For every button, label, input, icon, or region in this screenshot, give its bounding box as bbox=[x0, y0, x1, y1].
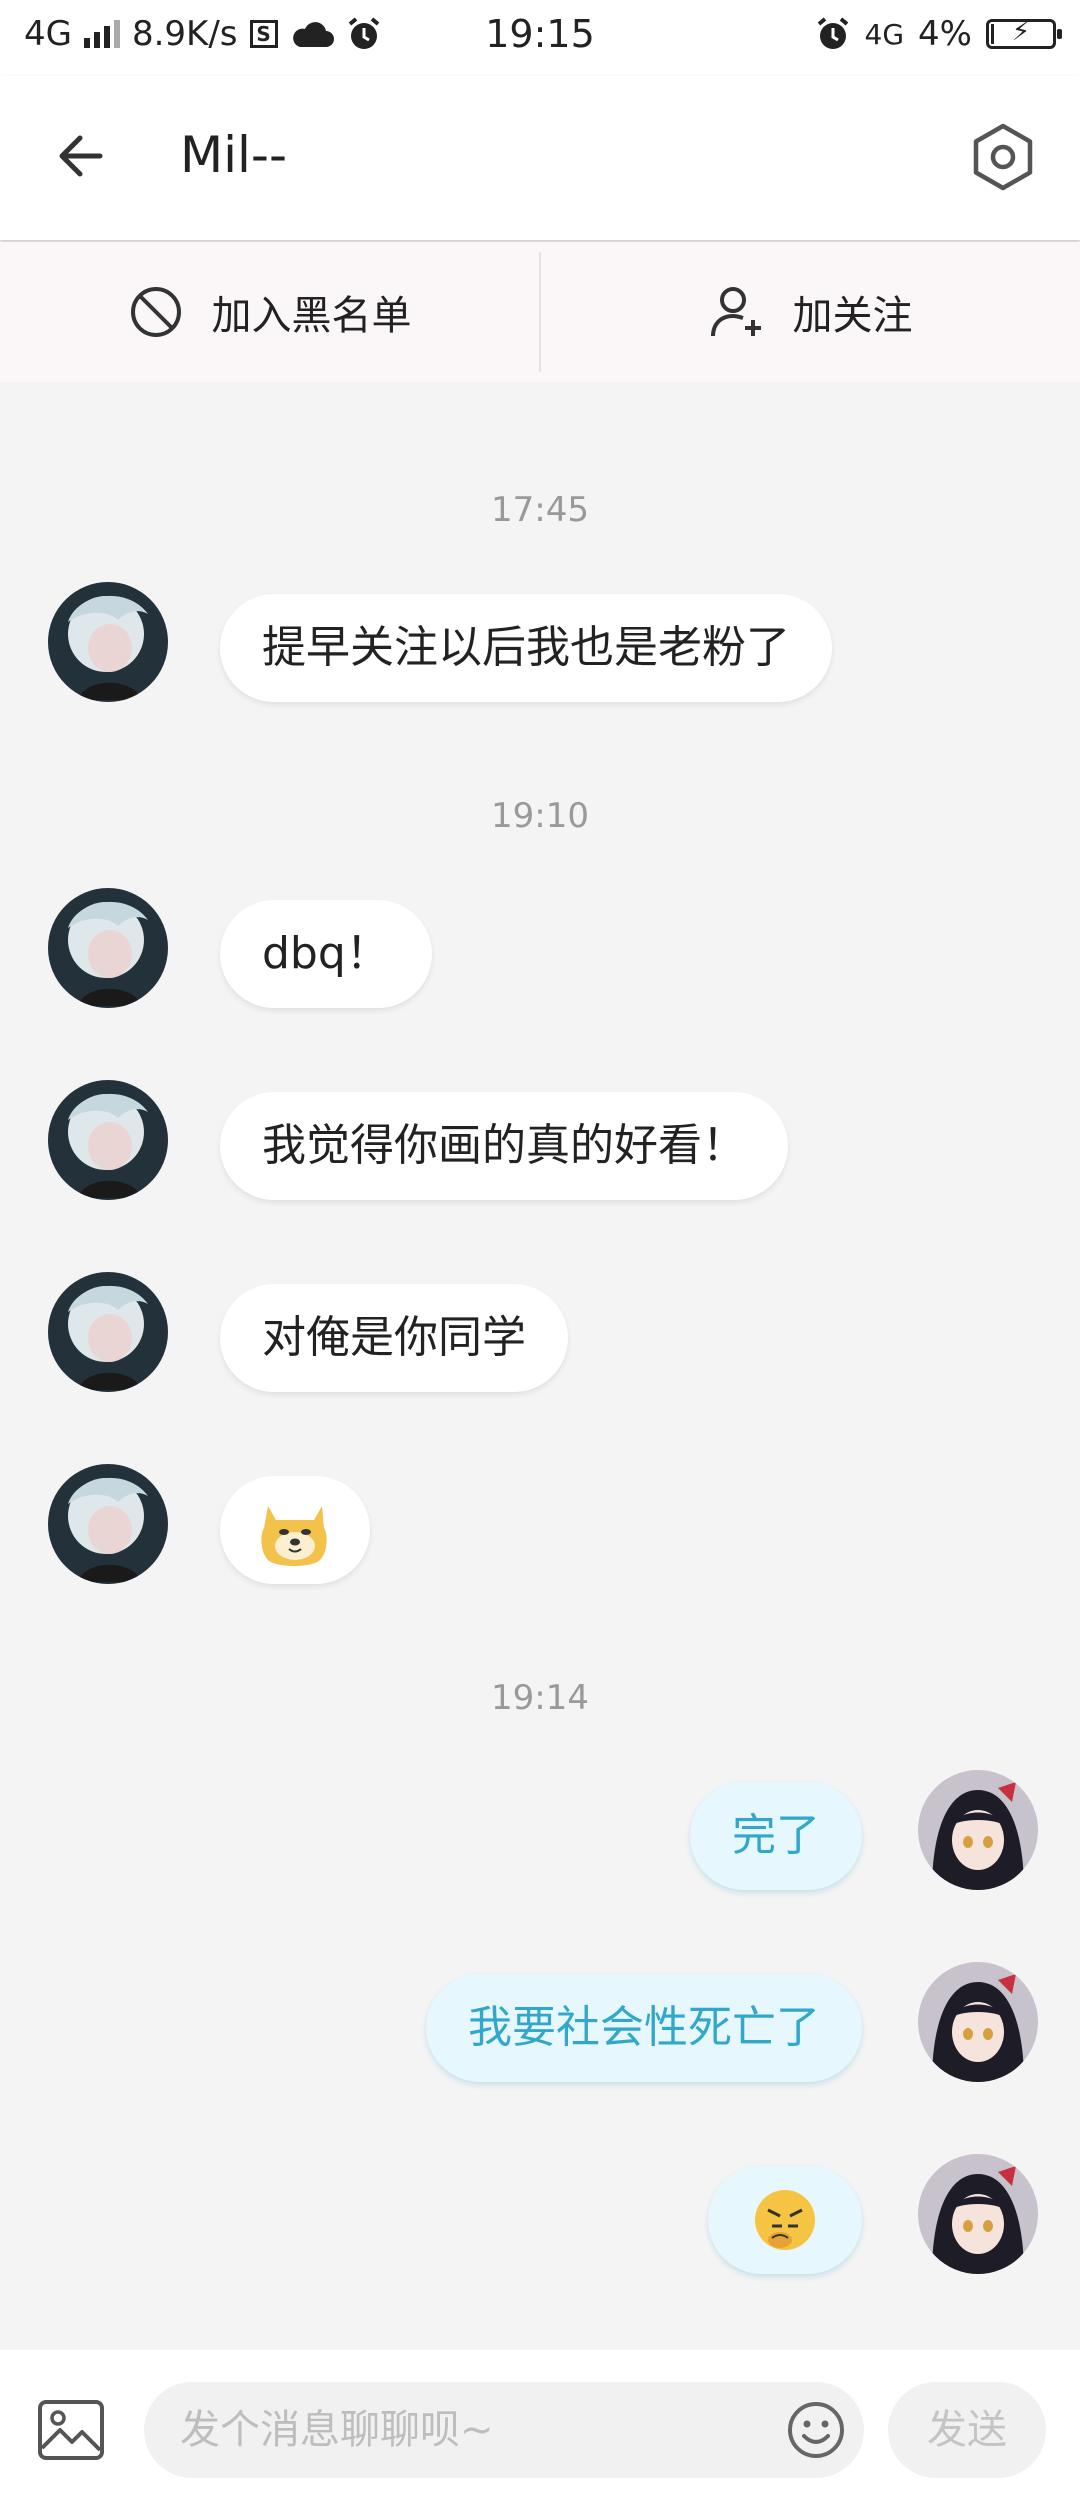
message-bubble[interactable]: 我觉得你画的真的好看！ bbox=[220, 1092, 788, 1200]
message-bubble[interactable]: 提早关注以后我也是老粉了 bbox=[220, 594, 832, 702]
message-timestamp: 17:45 bbox=[491, 490, 589, 530]
alarm-icon bbox=[817, 17, 848, 49]
message-bubble[interactable] bbox=[220, 1476, 370, 1584]
angry-face-emoji-icon bbox=[755, 2190, 815, 2250]
send-button[interactable]: 发送 bbox=[888, 2382, 1046, 2478]
user-actions-bar: 加入黑名单 加关注 bbox=[0, 242, 1080, 382]
message-row-incoming bbox=[0, 1464, 1080, 1584]
avatar[interactable] bbox=[918, 2154, 1038, 2274]
page-title: Mil-- bbox=[180, 126, 288, 184]
image-icon bbox=[38, 2400, 104, 2460]
back-button[interactable] bbox=[44, 116, 124, 196]
settings-button[interactable] bbox=[960, 114, 1046, 200]
message-input[interactable] bbox=[144, 2382, 864, 2478]
image-button[interactable] bbox=[36, 2398, 106, 2462]
chat-messages[interactable]: 17:45 提早关注以后我也是老粉了 19:10 dbq！ 我觉得你画的真的好看… bbox=[0, 382, 1080, 2350]
message-input-bar: 发送 bbox=[0, 2350, 1080, 2504]
message-timestamp: 19:14 bbox=[491, 1678, 589, 1718]
message-row-outgoing: 完了 bbox=[0, 1770, 1080, 1890]
status-bar: 4G 8.9K/s S 19:15 4G 4% ⚡ bbox=[0, 0, 1080, 76]
message-bubble[interactable]: 对俺是你同学 bbox=[220, 1284, 568, 1392]
message-row-incoming: dbq！ bbox=[0, 888, 1080, 1008]
smiley-face-icon bbox=[788, 2402, 844, 2458]
avatar[interactable] bbox=[48, 1272, 168, 1392]
avatar[interactable] bbox=[48, 582, 168, 702]
network-type-right: 4G bbox=[864, 17, 905, 51]
follow-button[interactable]: 加关注 bbox=[541, 242, 1080, 382]
block-icon bbox=[130, 287, 181, 337]
message-bubble[interactable]: dbq！ bbox=[220, 900, 432, 1008]
avatar[interactable] bbox=[48, 1080, 168, 1200]
battery-percent: 4% bbox=[918, 14, 972, 54]
hexagon-gear-icon bbox=[973, 123, 1033, 191]
doge-emoji-icon bbox=[261, 1506, 327, 1566]
message-row-incoming: 对俺是你同学 bbox=[0, 1272, 1080, 1392]
message-row-incoming: 提早关注以后我也是老粉了 bbox=[0, 582, 1080, 702]
avatar[interactable] bbox=[48, 1464, 168, 1584]
avatar[interactable] bbox=[48, 888, 168, 1008]
follow-label: 加关注 bbox=[792, 293, 913, 339]
emoji-button[interactable] bbox=[786, 2400, 846, 2460]
message-row-outgoing: 我要社会性死亡了 bbox=[0, 1962, 1080, 2082]
message-bubble[interactable] bbox=[708, 2166, 862, 2274]
arrow-left-icon bbox=[59, 135, 103, 177]
blacklist-label: 加入黑名单 bbox=[211, 293, 412, 339]
avatar[interactable] bbox=[918, 1962, 1038, 2082]
message-row-outgoing bbox=[0, 2154, 1080, 2274]
message-row-incoming: 我觉得你画的真的好看！ bbox=[0, 1080, 1080, 1200]
message-bubble[interactable]: 完了 bbox=[690, 1782, 862, 1890]
message-bubble[interactable]: 我要社会性死亡了 bbox=[426, 1974, 862, 2082]
add-user-icon bbox=[710, 287, 761, 337]
message-timestamp: 19:10 bbox=[491, 796, 589, 836]
avatar[interactable] bbox=[918, 1770, 1038, 1890]
chat-header: Mil-- bbox=[0, 76, 1080, 240]
blacklist-button[interactable]: 加入黑名单 bbox=[0, 242, 539, 382]
status-right: 4G 4% ⚡ bbox=[815, 14, 1062, 54]
battery-charging-icon: ⚡ bbox=[986, 17, 1062, 49]
